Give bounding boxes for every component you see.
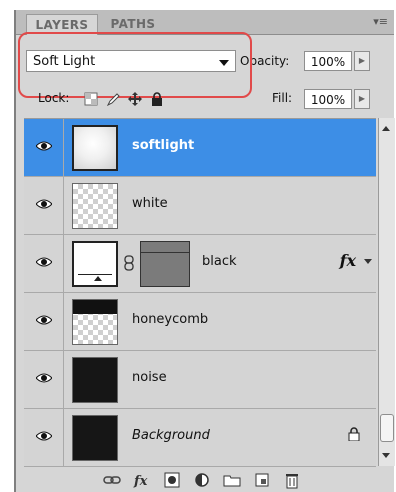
- scroll-up-icon[interactable]: [382, 126, 390, 131]
- layer-thumbnail: [72, 241, 118, 287]
- layer-name: honeycomb: [132, 312, 209, 327]
- bottom-toolbar: fx: [24, 468, 394, 492]
- link-icon[interactable]: [124, 255, 134, 271]
- trash-icon[interactable]: [282, 470, 302, 490]
- layer-thumbnail: [72, 125, 118, 171]
- lock-label: Lock:: [38, 91, 70, 105]
- lock-row: Lock: Fill: 100% ▶: [16, 88, 394, 112]
- visibility-toggle[interactable]: [24, 293, 64, 350]
- visibility-toggle[interactable]: [24, 351, 64, 408]
- layer-softlight[interactable]: softlight: [24, 119, 376, 177]
- fill-label: Fill:: [272, 91, 293, 105]
- layer-honeycomb[interactable]: honeycomb: [24, 293, 376, 351]
- lock-brush-icon[interactable]: [106, 92, 120, 106]
- lock-icon[interactable]: [150, 92, 164, 106]
- eye-icon: [36, 315, 52, 325]
- layer-name: noise: [132, 370, 167, 385]
- add-style-fx-icon[interactable]: fx: [132, 470, 152, 490]
- layer-name: Background: [132, 428, 210, 443]
- layer-background[interactable]: Background: [24, 409, 376, 467]
- tab-paths[interactable]: PATHS: [98, 14, 168, 34]
- layer-black[interactable]: black fx: [24, 235, 376, 293]
- lock-icon: [348, 427, 360, 441]
- visibility-toggle[interactable]: [24, 119, 64, 176]
- layer-name: softlight: [132, 138, 195, 153]
- eye-icon: [36, 257, 52, 267]
- adjustment-layer-icon[interactable]: [192, 470, 212, 490]
- add-mask-icon[interactable]: [162, 470, 182, 490]
- opacity-stepper[interactable]: ▶: [354, 51, 370, 71]
- svg-text:fx: fx: [133, 474, 148, 489]
- visibility-toggle[interactable]: [24, 235, 64, 292]
- new-layer-icon[interactable]: [252, 470, 272, 490]
- group-folder-icon[interactable]: [222, 470, 242, 490]
- layer-thumbnail: [72, 183, 118, 229]
- fill-field[interactable]: 100%: [304, 89, 352, 109]
- layer-white[interactable]: white: [24, 177, 376, 235]
- eye-icon: [36, 141, 52, 151]
- fill-stepper[interactable]: ▶: [354, 89, 370, 109]
- layer-name: black: [202, 254, 237, 269]
- layer-thumbnail: [72, 415, 118, 461]
- layers-list: softlight white black fx honeycomb noise…: [24, 118, 376, 467]
- chevron-down-icon[interactable]: [364, 259, 372, 264]
- eye-icon: [36, 431, 52, 441]
- fx-icon[interactable]: fx: [340, 251, 356, 270]
- visibility-toggle[interactable]: [24, 177, 64, 234]
- panel-menu-icon[interactable]: ▾≡: [373, 15, 388, 28]
- layer-name: white: [132, 196, 168, 211]
- layer-noise[interactable]: noise: [24, 351, 376, 409]
- visibility-toggle[interactable]: [24, 409, 64, 466]
- layers-scrollbar[interactable]: [378, 118, 395, 466]
- opacity-field[interactable]: 100%: [304, 51, 352, 71]
- scroll-thumb[interactable]: [380, 414, 394, 442]
- layer-thumbnail: [72, 357, 118, 403]
- layer-thumbnail: [72, 299, 118, 345]
- link-layers-icon[interactable]: [102, 470, 122, 490]
- lock-transparent-icon[interactable]: [84, 92, 98, 106]
- lock-move-icon[interactable]: [128, 92, 142, 106]
- mask-thumbnail: [140, 241, 190, 287]
- eye-icon: [36, 373, 52, 383]
- eye-icon: [36, 199, 52, 209]
- layers-panel: LAYERS PATHS ▾≡ Soft Light Opacity: 100%…: [14, 10, 395, 492]
- scroll-down-icon[interactable]: [382, 453, 390, 458]
